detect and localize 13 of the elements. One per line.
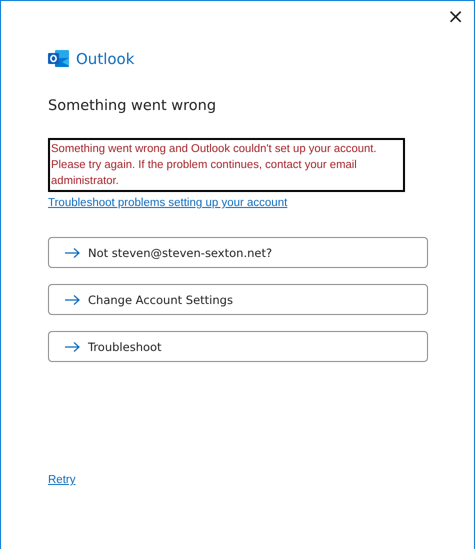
- close-button[interactable]: ×: [443, 5, 468, 27]
- action-button[interactable]: Change Account Settings: [48, 284, 428, 315]
- arrow-right-icon: [64, 248, 80, 258]
- action-button[interactable]: Troubleshoot: [48, 331, 428, 362]
- retry-link[interactable]: Retry: [48, 474, 76, 486]
- dialog-heading: Something went wrong: [48, 98, 218, 114]
- arrow-right-icon: [64, 294, 80, 304]
- outlook-logo-icon: [48, 49, 69, 68]
- action-button[interactable]: Not steven@steven-sexton.net?: [48, 237, 428, 268]
- arrow-right-icon: [64, 342, 80, 352]
- troubleshoot-link[interactable]: Troubleshoot problems setting up your account: [48, 197, 288, 209]
- error-message: Something went wrong and Outlook couldn't set up your account. Please try again. If the problem continues, contact your email administrator.: [48, 138, 405, 192]
- app-name: Outlook: [76, 50, 134, 68]
